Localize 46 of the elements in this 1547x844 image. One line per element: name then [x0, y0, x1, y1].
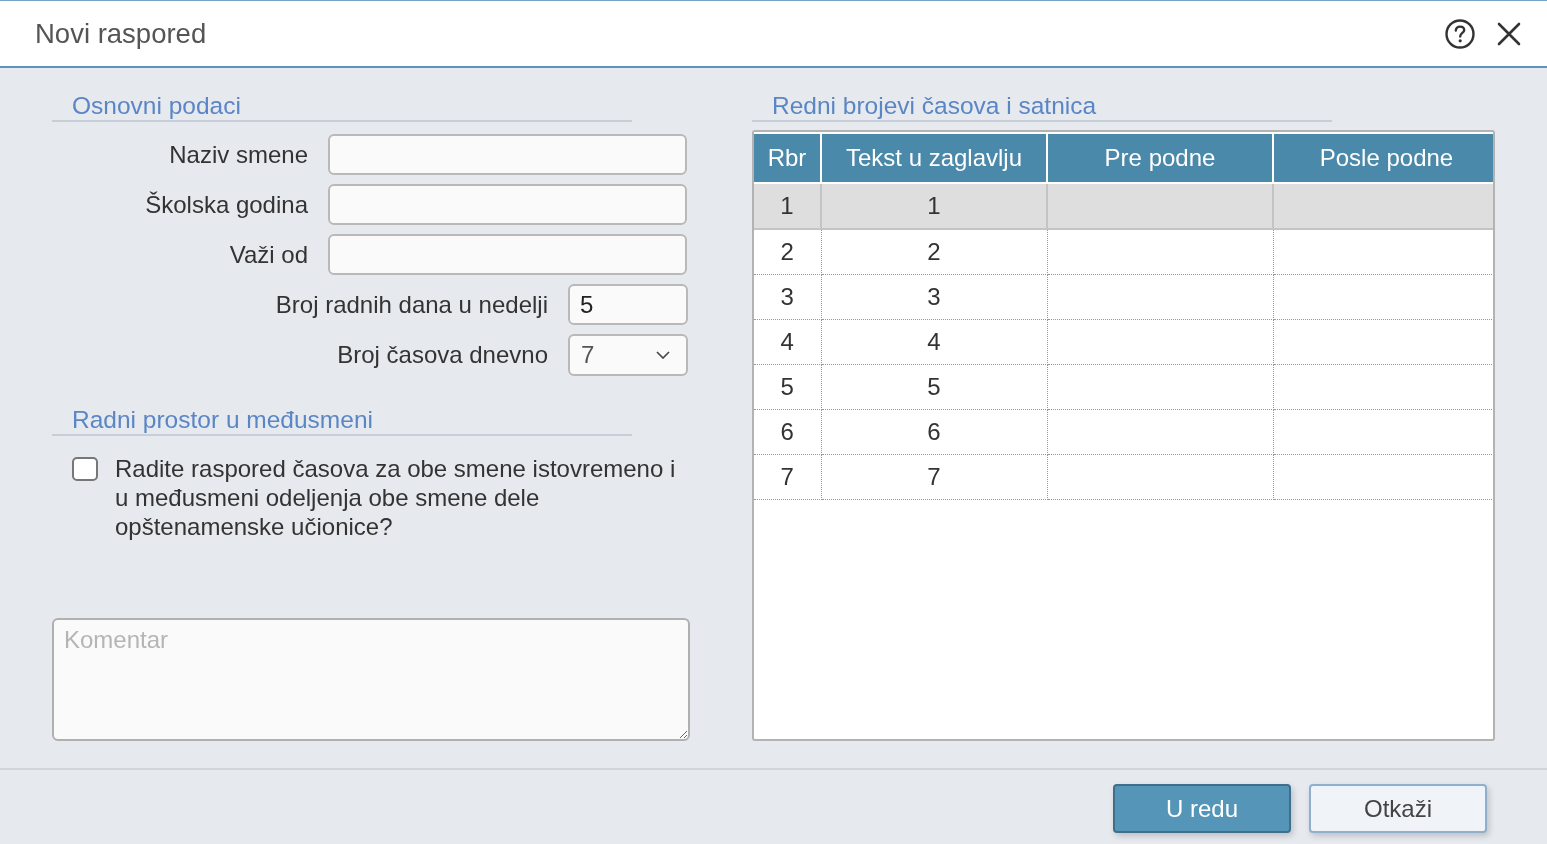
- table-cell: 1: [821, 183, 1047, 229]
- table-cell: 7: [821, 454, 1047, 500]
- table-cell: 4: [754, 319, 821, 365]
- table-row[interactable]: 6 6: [754, 409, 1493, 455]
- table-cell: 6: [821, 409, 1047, 455]
- help-icon[interactable]: [1445, 18, 1475, 49]
- field-label: Broj radnih dana u nedelji: [274, 290, 548, 319]
- field-label: Važi od: [228, 240, 308, 269]
- field-label: Školska godina: [144, 190, 308, 219]
- table-cell: 2: [821, 229, 1047, 275]
- table-row[interactable]: 3 3: [754, 274, 1493, 320]
- column-header[interactable]: Tekst u zaglavlju: [821, 133, 1047, 183]
- input-field[interactable]: [328, 184, 687, 225]
- column-header[interactable]: Rbr: [754, 133, 821, 183]
- section-heading: Osnovni podaci: [52, 92, 632, 122]
- window-title: Novi raspored: [35, 17, 207, 50]
- table-cell: 5: [821, 364, 1047, 410]
- column-header[interactable]: Posle podne: [1273, 133, 1493, 183]
- table-row[interactable]: 5 5: [754, 364, 1493, 410]
- table-cell: 4: [821, 319, 1047, 365]
- checkbox-label: Radite raspored časova za obe smene istovremeno i u međusmeni odeljenja obe smene dele opštenamenske učionice?: [115, 454, 677, 541]
- input-field[interactable]: [328, 234, 687, 275]
- table-row[interactable]: 2 2: [754, 229, 1493, 275]
- section-heading: Redni brojevi časova i satnica: [752, 92, 1332, 122]
- column-header[interactable]: Pre podne: [1047, 133, 1273, 183]
- field-label: Broj časova dnevno: [336, 341, 548, 369]
- section-heading: Radni prostor u međusmeni: [52, 406, 632, 436]
- cancel-button[interactable]: Otkaži: [1309, 784, 1487, 833]
- table-cell: 2: [754, 229, 821, 275]
- close-icon[interactable]: [1497, 21, 1521, 46]
- chevron-down-icon: [656, 351, 670, 359]
- input-field[interactable]: 5: [568, 284, 688, 325]
- field-label: Naziv smene: [168, 140, 308, 169]
- table-cell: 7: [754, 454, 821, 500]
- table-row[interactable]: 4 4: [754, 319, 1493, 365]
- table-row[interactable]: 1 1: [754, 183, 1493, 229]
- select-field[interactable]: 7: [568, 334, 688, 376]
- table-cell: 5: [754, 364, 821, 410]
- table-cell: 1: [754, 183, 821, 229]
- comment-field[interactable]: Komentar: [52, 618, 690, 741]
- table-cell: 6: [754, 409, 821, 455]
- table-cell: 3: [754, 274, 821, 320]
- table-row[interactable]: 7 7: [754, 454, 1493, 500]
- checkbox[interactable]: [72, 457, 98, 481]
- table-cell: 3: [821, 274, 1047, 320]
- input-field[interactable]: [328, 134, 687, 175]
